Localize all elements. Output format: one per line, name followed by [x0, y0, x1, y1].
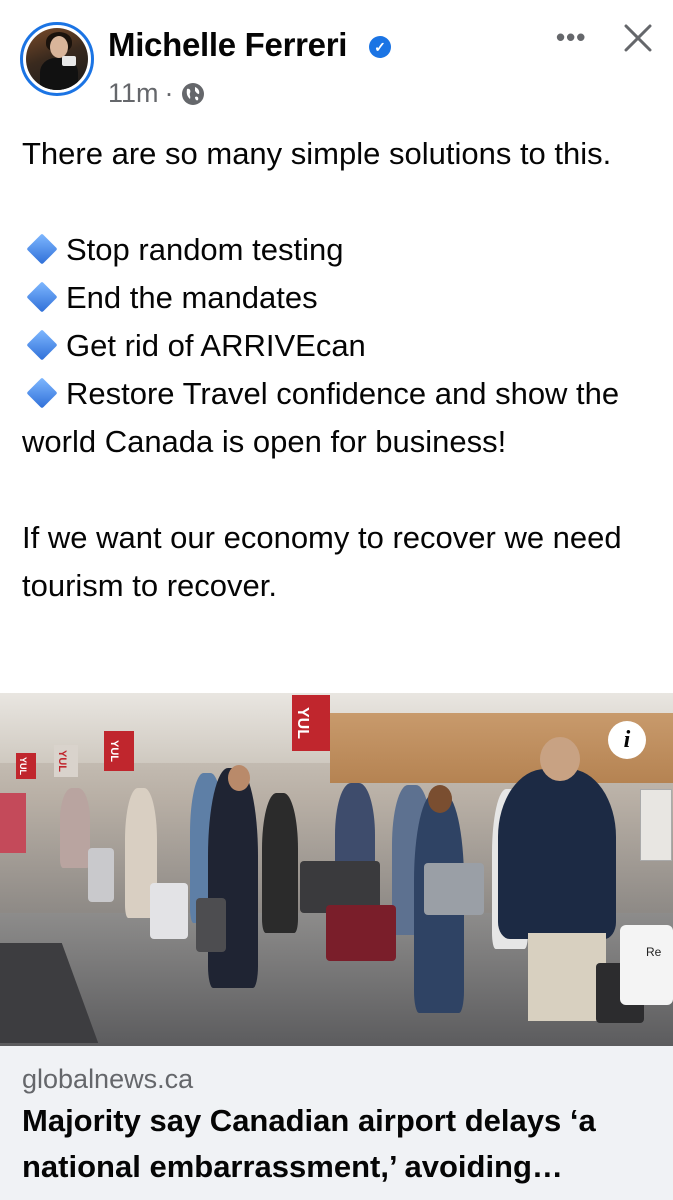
more-icon[interactable]: •••	[556, 22, 586, 53]
shopping-bag: Re	[620, 925, 673, 1005]
info-icon[interactable]: i	[608, 721, 646, 759]
traveler-suit	[208, 768, 258, 988]
yul-banner: YUL	[292, 695, 330, 751]
bullet-item: Get rid of ARRIVEcan	[22, 322, 662, 370]
post-outro: If we want our economy to recover we nee…	[22, 520, 622, 603]
bullet-text: Restore Travel confidence and show the w…	[22, 376, 620, 459]
yul-banner: YUL	[104, 731, 134, 771]
yul-banner: YUL	[16, 753, 36, 779]
traveler-pants	[528, 933, 606, 1021]
bullet-text: Stop random testing	[66, 232, 344, 267]
author-name[interactable]: Michelle Ferreri	[108, 26, 347, 64]
bullet-item: End the mandates	[22, 274, 662, 322]
traveler-suit	[498, 769, 616, 939]
bullet-text: End the mandates	[66, 280, 318, 315]
traveler	[60, 788, 90, 868]
traveler-head	[228, 765, 250, 791]
bullet-item: Stop random testing	[22, 226, 662, 274]
suitcase	[150, 883, 188, 939]
bag	[424, 863, 484, 915]
bullet-item: Restore Travel confidence and show the w…	[22, 370, 662, 466]
post-time[interactable]: 11m	[108, 78, 159, 109]
avatar-photo	[26, 28, 88, 90]
post-intro: There are so many simple solutions to th…	[22, 136, 612, 171]
traveler-head	[540, 737, 580, 781]
info-kiosk	[640, 789, 672, 861]
avatar[interactable]	[20, 22, 94, 96]
globe-icon[interactable]	[181, 82, 204, 105]
verified-badge-icon: ✓	[369, 36, 391, 58]
traveler	[262, 793, 298, 933]
post-meta: 11m ·	[108, 78, 204, 109]
yul-banner: YUL	[54, 745, 78, 777]
traveler-head	[428, 785, 452, 813]
blue-diamond-icon	[26, 233, 58, 265]
suitcase	[326, 905, 396, 961]
blue-diamond-icon	[26, 377, 58, 409]
suitcase	[88, 848, 114, 902]
suitcase	[196, 898, 226, 952]
close-icon[interactable]	[620, 20, 656, 56]
blue-diamond-icon	[26, 281, 58, 313]
link-headline[interactable]: Majority say Canadian airport delays ‘a …	[22, 1098, 662, 1190]
blue-diamond-icon	[26, 329, 58, 361]
sign-post	[0, 793, 26, 853]
bullet-text: Get rid of ARRIVEcan	[66, 328, 366, 363]
post-header: Michelle Ferreri ✓ 11m · •••	[0, 0, 673, 120]
post-body: There are so many simple solutions to th…	[22, 130, 662, 610]
link-domain[interactable]: globalnews.ca	[22, 1064, 193, 1095]
article-photo[interactable]: YUL YUL YUL YUL Re i	[0, 693, 673, 1046]
meta-separator: ·	[164, 78, 174, 108]
